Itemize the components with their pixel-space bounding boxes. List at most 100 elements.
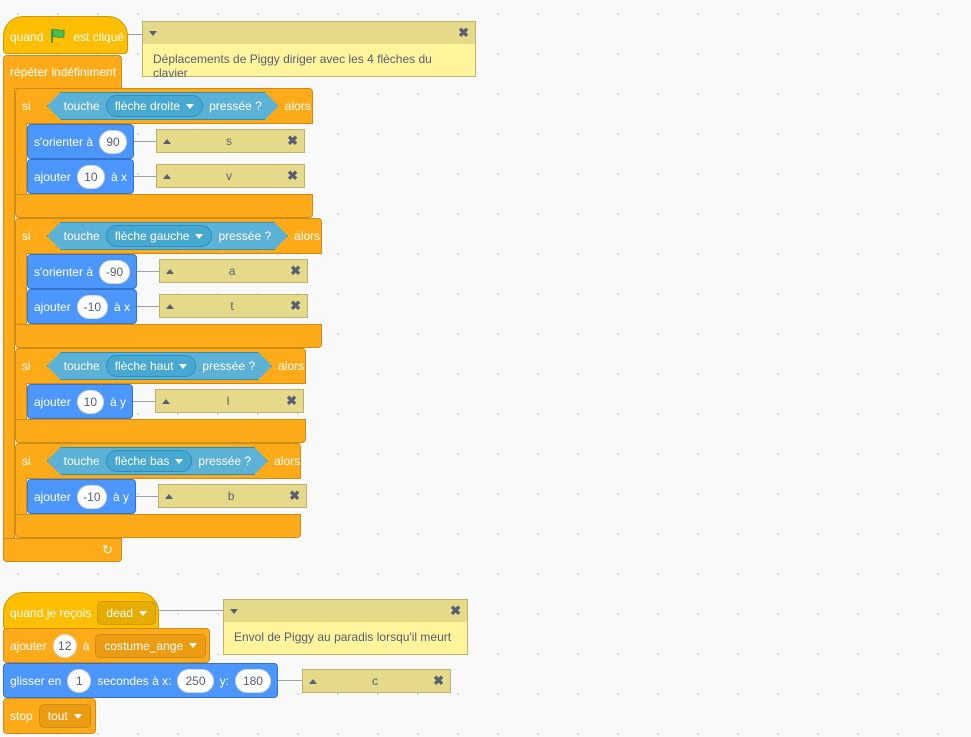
then-label: alors	[294, 229, 321, 243]
close-icon[interactable]: ✖	[290, 298, 301, 314]
change-input[interactable]: 10	[76, 389, 104, 414]
collapsed-comment[interactable]: l ✖	[155, 389, 304, 413]
then-label: alors	[274, 454, 301, 468]
change-y-block[interactable]: ajouter -10 à y	[27, 479, 136, 514]
pressed-label: pressée ?	[209, 99, 262, 113]
expand-triangle-icon[interactable]	[166, 303, 174, 309]
effect-value-input[interactable]: 12	[52, 633, 77, 658]
collapse-triangle-icon[interactable]	[149, 30, 157, 36]
key-value: flèche bas	[114, 454, 170, 468]
direction-input[interactable]: -90	[99, 259, 130, 284]
if-block-down[interactable]: si touche flèche bas pressée ? alors	[15, 443, 301, 479]
key-value: flèche haut	[114, 359, 174, 373]
comment-link	[136, 496, 158, 497]
expand-triangle-icon[interactable]	[166, 268, 174, 274]
message-dropdown[interactable]: dead	[97, 601, 157, 625]
change-input[interactable]: 10	[76, 164, 105, 189]
workspace-comment[interactable]: ✖ Déplacements de Piggy diriger avec les…	[142, 21, 476, 80]
chevron-down-icon	[73, 713, 82, 719]
key-pressed-condition[interactable]: touche flèche haut pressée ?	[47, 352, 272, 380]
if-footer	[15, 514, 301, 538]
when-i-receive-hat[interactable]: quand je reçois dead	[3, 592, 159, 630]
comment-text: a	[228, 264, 236, 278]
close-icon[interactable]: ✖	[458, 25, 469, 41]
forever-loop-footer[interactable]: ↻	[3, 538, 122, 562]
key-pressed-condition[interactable]: touche flèche droite pressée ?	[47, 92, 279, 120]
collapsed-comment[interactable]: b ✖	[158, 484, 307, 508]
expand-triangle-icon[interactable]	[163, 138, 171, 144]
stop-label: stop	[10, 709, 33, 723]
close-icon[interactable]: ✖	[287, 133, 298, 149]
collapsed-comment[interactable]: c ✖	[302, 669, 451, 693]
if-block-right[interactable]: si touche flèche droite pressée ? alors	[15, 88, 313, 124]
comment-text: Déplacements de Piggy diriger avec les 4…	[153, 52, 432, 80]
stop-block[interactable]: stop tout	[3, 698, 96, 734]
comment-link	[133, 401, 155, 402]
collapsed-comment[interactable]: s ✖	[156, 129, 305, 153]
change-effect-block[interactable]: ajouter 12 à costume_ange	[3, 628, 210, 663]
close-icon[interactable]: ✖	[289, 488, 300, 504]
change-y-block[interactable]: ajouter 10 à y	[27, 384, 133, 419]
change-x-block[interactable]: ajouter -10 à x	[27, 289, 137, 324]
change-input[interactable]: -10	[76, 484, 107, 509]
comment-link	[278, 680, 302, 681]
key-label: touche	[63, 454, 100, 468]
key-dropdown[interactable]: flèche droite	[106, 95, 203, 117]
expand-triangle-icon[interactable]	[162, 398, 170, 404]
close-icon[interactable]: ✖	[450, 603, 461, 619]
close-icon[interactable]: ✖	[433, 673, 444, 689]
forever-loop-arm	[3, 88, 15, 538]
forever-loop-header[interactable]: répéter indéfiniment	[3, 55, 122, 89]
workspace-comment[interactable]: ✖ Envol de Piggy au paradis lorsqu'il me…	[223, 599, 468, 655]
when-flag-clicked-hat[interactable]: quand est cliqué	[3, 16, 128, 54]
hat-when-label: quand	[10, 30, 44, 44]
if-footer	[15, 324, 322, 348]
change-input[interactable]: -10	[76, 294, 108, 319]
axis-label: à x	[113, 299, 130, 314]
collapse-triangle-icon[interactable]	[230, 608, 238, 614]
if-block-left[interactable]: si touche flèche gauche pressée ? alors	[15, 218, 322, 254]
point-in-direction-block[interactable]: s'orienter à -90	[27, 254, 137, 289]
if-block-up[interactable]: si touche flèche haut pressée ? alors	[15, 348, 306, 384]
chevron-down-icon	[175, 459, 183, 464]
stop-dropdown[interactable]: tout	[38, 704, 91, 728]
close-icon[interactable]: ✖	[290, 263, 301, 279]
direction-input[interactable]: 90	[99, 129, 127, 154]
key-dropdown[interactable]: flèche bas	[106, 450, 193, 472]
expand-triangle-icon[interactable]	[309, 678, 317, 684]
comment-text: s	[226, 134, 233, 148]
change-x-block[interactable]: ajouter 10 à x	[27, 159, 134, 194]
point-in-direction-block[interactable]: s'orienter à 90	[27, 124, 134, 159]
effect-dropdown[interactable]: costume_ange	[95, 633, 207, 658]
if-label: si	[22, 99, 31, 113]
key-pressed-condition[interactable]: touche flèche gauche pressée ?	[47, 222, 288, 250]
expand-triangle-icon[interactable]	[165, 493, 173, 499]
glide-to-xy-block[interactable]: glisser en 1 secondes à x: 250 y: 180	[3, 663, 278, 698]
glide-seconds-input[interactable]: 1	[67, 668, 92, 693]
close-icon[interactable]: ✖	[286, 393, 297, 409]
collapsed-comment[interactable]: v ✖	[156, 164, 305, 188]
close-icon[interactable]: ✖	[287, 168, 298, 184]
key-label: touche	[63, 359, 100, 373]
forever-label: répéter indéfiniment	[10, 65, 117, 79]
if-label: si	[22, 229, 31, 243]
effect-value: costume_ange	[104, 638, 184, 653]
collapsed-comment[interactable]: t ✖	[159, 294, 308, 318]
then-label: alors	[278, 359, 305, 373]
pressed-label: pressée ?	[202, 359, 256, 373]
change-label: ajouter	[34, 169, 71, 184]
hat-clicked-label: est cliqué	[73, 30, 125, 44]
glide-y-input[interactable]: 180	[234, 668, 272, 693]
pressed-label: pressée ?	[198, 454, 252, 468]
change-label: ajouter	[34, 394, 71, 409]
comment-text: Envol de Piggy au paradis lorsqu'il meur…	[234, 630, 452, 644]
message-value: dead	[106, 606, 134, 620]
expand-triangle-icon[interactable]	[163, 173, 171, 179]
glide-x-input[interactable]: 250	[177, 668, 214, 693]
comment-text: t	[230, 299, 234, 313]
key-pressed-condition[interactable]: touche flèche bas pressée ?	[47, 447, 268, 475]
comment-link	[134, 141, 156, 142]
collapsed-comment[interactable]: a ✖	[159, 259, 308, 283]
key-dropdown[interactable]: flèche gauche	[106, 225, 213, 247]
key-dropdown[interactable]: flèche haut	[106, 355, 197, 377]
